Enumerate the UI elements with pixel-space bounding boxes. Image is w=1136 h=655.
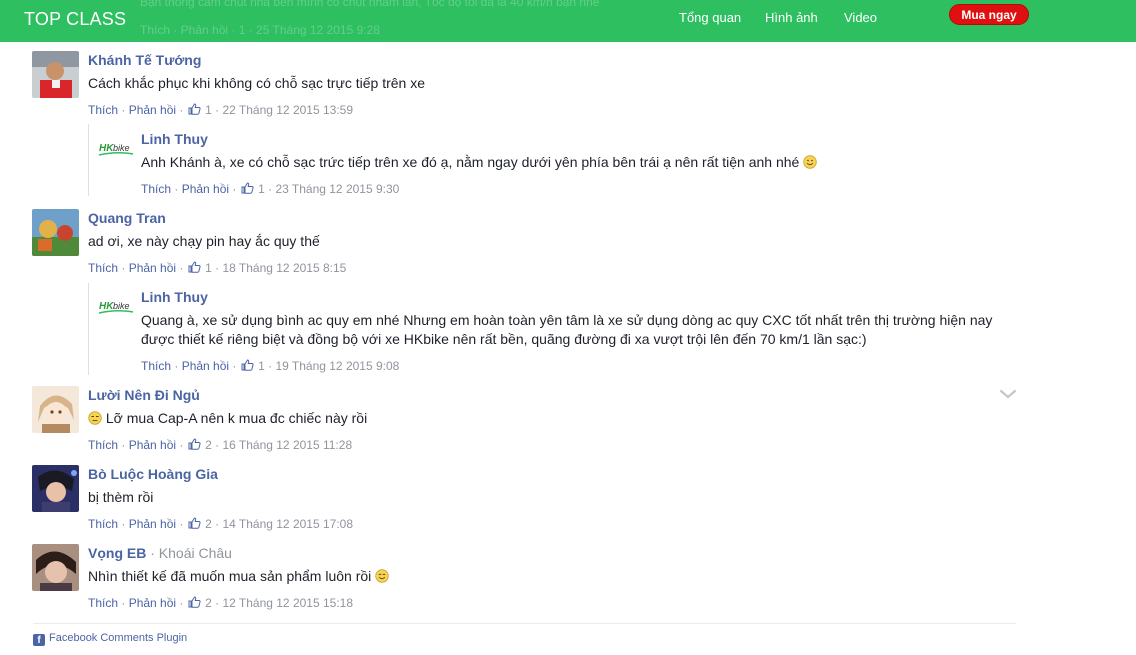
buy-now-button[interactable]: Mua ngay (949, 4, 1029, 25)
avatar[interactable]: HK bike (97, 131, 135, 169)
reply-link[interactable]: Phản hồi (182, 359, 229, 373)
comment-actions: Thích · Phản hồi · 1 · 23 Tháng 12 2015 … (141, 182, 400, 196)
like-link[interactable]: Thích (141, 359, 171, 373)
comment-text: Cách khắc phục khi không có chỗ sạc trực… (88, 75, 425, 91)
scrolled-comment-text: Bạn thông cảm chút nha bên mình có chút … (140, 0, 600, 9)
thumbs-up-icon (241, 182, 254, 194)
comment-actions: Thích · Phản hồi · 2 · 14 Tháng 12 2015 … (88, 517, 354, 531)
comment-timestamp[interactable]: 16 Tháng 12 2015 11:28 (222, 438, 352, 452)
comment-actions: Thích · Phản hồi · 2 · 16 Tháng 12 2015 … (88, 438, 353, 452)
comment-text: bị thèm rồi (88, 489, 154, 505)
thumbs-up-icon (188, 438, 201, 450)
like-link[interactable]: Thích (88, 438, 118, 452)
like-count: 1 (205, 261, 212, 275)
comment-author[interactable]: Khánh Tế Tướng (88, 52, 201, 68)
reply-link[interactable]: Phản hồi (129, 517, 176, 531)
like-count: 1 (258, 359, 265, 373)
like-link[interactable]: Thích (141, 182, 171, 196)
like-link[interactable]: Thích (88, 103, 118, 117)
brand-logo[interactable]: TOP CLASS (24, 9, 126, 30)
like-link[interactable]: Thích (88, 517, 118, 531)
nav-link-images[interactable]: Hình ảnh (765, 10, 818, 25)
smile-emoji-icon (375, 569, 389, 583)
thumbs-up-icon (188, 103, 201, 115)
author-location: Khoái Châu (158, 545, 232, 561)
comment-actions: Thích · Phản hồi · 1 · 22 Tháng 12 2015 … (88, 103, 354, 117)
avatar[interactable] (32, 386, 79, 433)
reply-link[interactable]: Phản hồi (129, 596, 176, 610)
reply-link[interactable]: Phản hồi (182, 182, 229, 196)
reply-thread-line (88, 124, 89, 196)
thumbs-up-icon (241, 359, 254, 371)
comment-text: ad ơi, xe này chạy pin hay ắc quy thế (88, 233, 320, 249)
avatar[interactable]: HK bike (97, 289, 135, 327)
thumbs-up-icon (188, 261, 201, 273)
comment-timestamp[interactable]: 22 Tháng 12 2015 13:59 (222, 103, 353, 117)
comment-timestamp[interactable]: 23 Tháng 12 2015 9:30 (275, 182, 399, 196)
svg-text:bike: bike (113, 143, 130, 153)
comment-actions: Thích · Phản hồi · 1 · 18 Tháng 12 2015 … (88, 261, 347, 275)
facebook-icon: f (33, 634, 45, 646)
like-count: 2 (205, 596, 212, 610)
avatar[interactable] (32, 465, 79, 512)
unamused-emoji-icon (88, 411, 102, 425)
nav-link-overview[interactable]: Tổng quan (679, 10, 741, 25)
comment-text-line-2: được thiết kế riêng biệt và đồng bộ với … (141, 331, 867, 347)
reply-link[interactable]: Phản hồi (129, 103, 176, 117)
comment-text: Lỡ mua Cap-A nên k mua đc chiếc này rồi (88, 409, 367, 428)
comment-timestamp[interactable]: 14 Tháng 12 2015 17:08 (222, 517, 353, 531)
thumbs-up-icon (188, 596, 201, 608)
reply-thread-line (88, 283, 89, 375)
smile-emoji-icon (803, 155, 817, 169)
comment-author[interactable]: Lười Nên Đi Ngủ (88, 387, 200, 403)
reply-link[interactable]: Phản hồi (129, 261, 176, 275)
like-count: 1 (258, 182, 265, 196)
nav-link-video[interactable]: Video (844, 10, 877, 25)
comment-timestamp[interactable]: 18 Tháng 12 2015 8:15 (222, 261, 346, 275)
comment-author[interactable]: Bò Luộc Hoàng Gia (88, 466, 218, 482)
divider (33, 623, 1016, 624)
like-count: 2 (205, 517, 212, 531)
comment-actions: Thích · Phản hồi · 2 · 12 Tháng 12 2015 … (88, 596, 354, 610)
avatar[interactable] (32, 209, 79, 256)
comment-author[interactable]: Vọng EB · Khoái Châu (88, 545, 232, 561)
comment-author[interactable]: Linh Thuy (141, 289, 208, 305)
comment-timestamp[interactable]: 12 Tháng 12 2015 15:18 (222, 596, 353, 610)
chevron-down-icon[interactable] (999, 387, 1017, 399)
comment-text: Anh Khánh à, xe có chỗ sạc trức tiếp trê… (141, 153, 817, 172)
like-link[interactable]: Thích (88, 261, 118, 275)
svg-text:bike: bike (113, 301, 130, 311)
reply-link[interactable]: Phản hồi (129, 438, 176, 452)
comment-author[interactable]: Linh Thuy (141, 131, 208, 147)
comment-actions: Thích · Phản hồi · 1 · 19 Tháng 12 2015 … (141, 359, 400, 373)
comment-text: Nhìn thiết kế đã muốn mua sản phẩm luôn … (88, 567, 389, 586)
top-navigation-bar: Bạn thông cảm chút nha bên mình có chút … (0, 0, 1136, 42)
thumbs-up-icon (188, 517, 201, 529)
like-count: 2 (205, 438, 212, 452)
avatar[interactable] (32, 544, 79, 591)
like-link[interactable]: Thích (88, 596, 118, 610)
scrolled-comment-meta: Thích · Phản hồi · 1 · 25 Tháng 12 2015 … (140, 23, 380, 37)
comment-timestamp[interactable]: 19 Tháng 12 2015 9:08 (275, 359, 399, 373)
comment-author[interactable]: Quang Tran (88, 210, 166, 226)
like-count: 1 (205, 103, 212, 117)
comment-text-line-1: Quang à, xe sử dụng bình ac quy em nhé N… (141, 312, 993, 328)
avatar[interactable] (32, 51, 79, 98)
facebook-comments-plugin-link[interactable]: f Facebook Comments Plugin (33, 632, 187, 646)
